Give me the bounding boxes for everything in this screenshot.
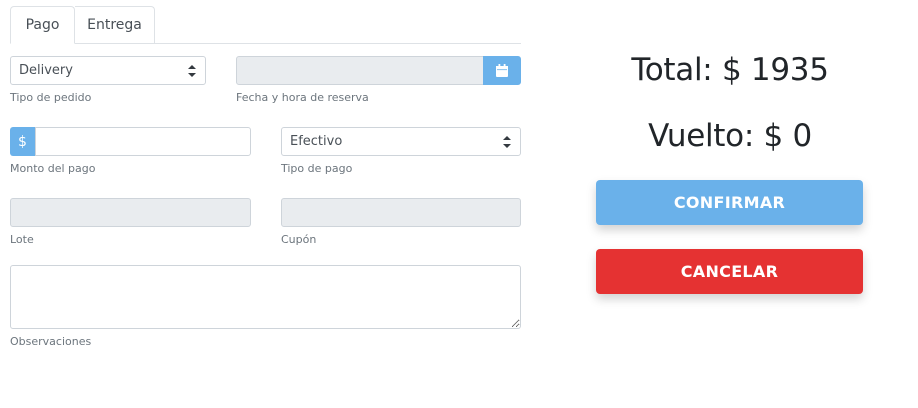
cupon-caption: Cupón bbox=[281, 233, 317, 246]
monto-pago-caption: Monto del pago bbox=[10, 162, 96, 175]
tipo-pedido-caption: Tipo de pedido bbox=[10, 91, 92, 104]
observaciones-textarea[interactable] bbox=[10, 265, 521, 329]
tipo-pago-caption: Tipo de pago bbox=[281, 162, 353, 175]
select-arrows-icon bbox=[503, 136, 511, 148]
dollar-prefix: $ bbox=[10, 127, 35, 156]
tab-pago[interactable]: Pago bbox=[10, 6, 75, 44]
fecha-reserva-caption: Fecha y hora de reserva bbox=[236, 91, 369, 104]
cupon-input[interactable] bbox=[281, 198, 521, 227]
monto-pago-input[interactable] bbox=[35, 127, 251, 156]
tab-entrega[interactable]: Entrega bbox=[75, 6, 155, 43]
tipo-pago-value: Efectivo bbox=[290, 134, 343, 149]
observaciones-caption: Observaciones bbox=[10, 335, 92, 348]
tipo-pedido-value: Delivery bbox=[19, 63, 73, 78]
calendar-button[interactable] bbox=[483, 56, 521, 85]
fecha-reserva-input[interactable] bbox=[236, 56, 484, 85]
tab-bar: Pago Entrega bbox=[10, 6, 521, 44]
tipo-pago-select[interactable]: Efectivo bbox=[281, 127, 521, 156]
confirm-button[interactable]: CONFIRMAR bbox=[596, 180, 863, 225]
order-payment-panel: Pago Entrega Delivery Tipo de pedido Fec… bbox=[0, 0, 918, 408]
calendar-icon bbox=[496, 64, 508, 77]
lote-input[interactable] bbox=[10, 198, 251, 227]
total-amount: Total: $ 1935 bbox=[631, 52, 829, 88]
tab-pago-label: Pago bbox=[25, 17, 60, 33]
tab-entrega-label: Entrega bbox=[87, 17, 142, 33]
change-amount: Vuelto: $ 0 bbox=[648, 118, 812, 154]
select-arrows-icon bbox=[188, 65, 196, 77]
tipo-pedido-select[interactable]: Delivery bbox=[10, 56, 206, 85]
cancel-button[interactable]: CANCELAR bbox=[596, 249, 863, 294]
lote-caption: Lote bbox=[10, 233, 34, 246]
